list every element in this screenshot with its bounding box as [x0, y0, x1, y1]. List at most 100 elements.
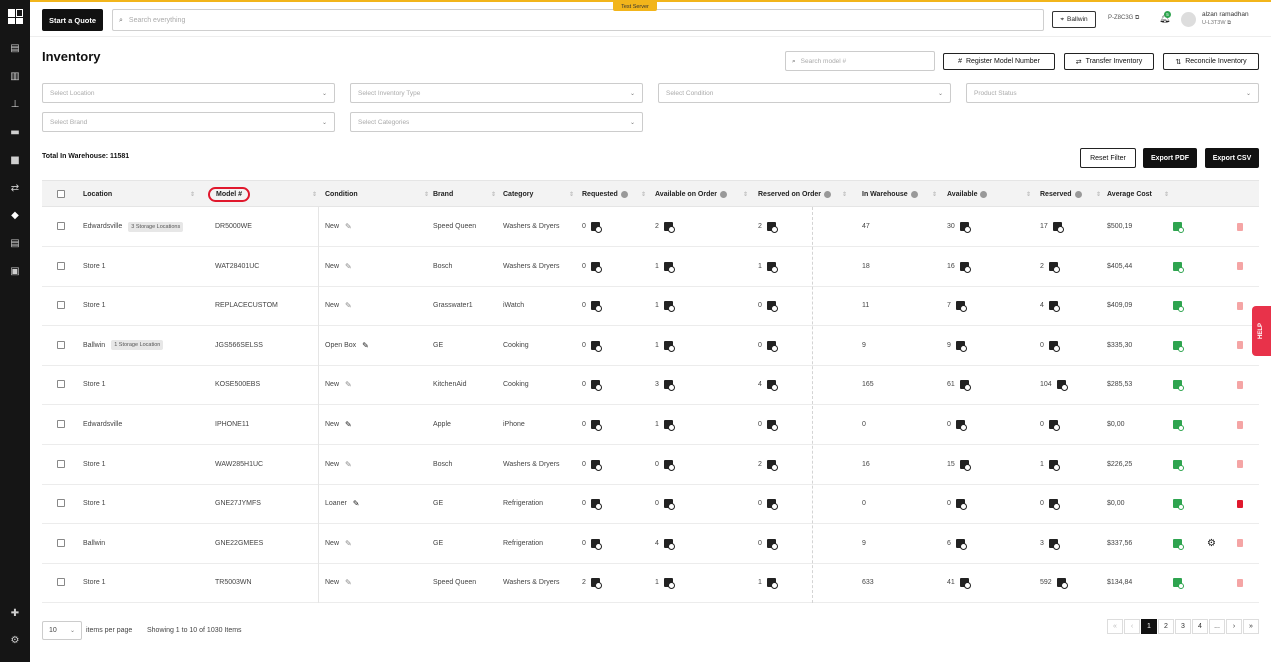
- add-stock-icon[interactable]: [1173, 222, 1184, 233]
- stock-view-icon[interactable]: [955, 538, 967, 550]
- trash-icon[interactable]: [1237, 301, 1243, 310]
- trash-icon[interactable]: [1237, 341, 1243, 350]
- row-checkbox[interactable]: [57, 420, 65, 428]
- gear-icon[interactable]: ⚙: [1207, 538, 1216, 549]
- add-stock-icon[interactable]: [1173, 261, 1184, 273]
- add-stock-icon[interactable]: [1173, 578, 1184, 590]
- col-condition[interactable]: Condition: [325, 181, 358, 208]
- stock-view-icon[interactable]: [663, 261, 675, 273]
- brand-filter[interactable]: Select Brand ⌄: [42, 112, 335, 132]
- sort-icon[interactable]: ⇕: [491, 191, 496, 198]
- page-button[interactable]: »: [1243, 619, 1259, 634]
- stock-view-icon[interactable]: [663, 420, 675, 431]
- action-delete[interactable]: [1237, 326, 1243, 365]
- page-button[interactable]: ...: [1209, 619, 1225, 634]
- action-add-stock[interactable]: [1173, 286, 1184, 325]
- stock-view-icon[interactable]: [663, 459, 675, 471]
- stock-view-icon[interactable]: [590, 578, 602, 590]
- edit-pencil-icon[interactable]: ✎: [345, 539, 352, 548]
- copy-icon[interactable]: ⧉: [1227, 20, 1231, 26]
- edit-pencil-icon[interactable]: ✎: [345, 380, 352, 389]
- edit-pencil-icon[interactable]: ✎: [345, 420, 352, 429]
- action-add-stock[interactable]: [1173, 445, 1184, 484]
- exchange-icon[interactable]: ⇄: [9, 182, 21, 194]
- col-model[interactable]: Model #: [208, 181, 251, 208]
- stock-view-icon[interactable]: [766, 261, 778, 273]
- items-per-page-select[interactable]: 10 ⌄: [42, 621, 82, 640]
- global-search-input[interactable]: ⌕ Search everything: [112, 9, 1044, 31]
- page-button[interactable]: «: [1107, 619, 1123, 634]
- stock-view-icon[interactable]: [663, 380, 675, 392]
- stock-view-icon[interactable]: [959, 578, 971, 590]
- sort-icon[interactable]: ⇕: [424, 191, 429, 198]
- page-button[interactable]: 3: [1175, 619, 1191, 634]
- add-stock-icon[interactable]: [1173, 420, 1184, 431]
- col-average-cost[interactable]: Average Cost: [1107, 181, 1152, 208]
- add-stock-icon[interactable]: [1173, 538, 1184, 550]
- export-csv-button[interactable]: Export CSV: [1205, 148, 1259, 168]
- help-tab[interactable]: HELP: [1252, 306, 1271, 356]
- settings-gear-icon[interactable]: ⚙: [9, 634, 21, 646]
- action-add-stock[interactable]: [1173, 247, 1184, 286]
- chart-icon[interactable]: ▣: [9, 265, 21, 277]
- trash-icon[interactable]: [1237, 380, 1243, 389]
- action-delete[interactable]: [1237, 445, 1243, 484]
- trash-icon[interactable]: [1237, 578, 1243, 587]
- org-chart-icon[interactable]: ⊥: [9, 98, 21, 110]
- edit-pencil-icon[interactable]: ✎: [345, 578, 352, 587]
- stock-view-icon[interactable]: [766, 499, 778, 511]
- stock-view-icon[interactable]: [1056, 578, 1068, 590]
- row-checkbox[interactable]: [57, 459, 65, 468]
- sort-icon[interactable]: ⇕: [1026, 191, 1031, 198]
- stock-view-icon[interactable]: [590, 301, 602, 313]
- stock-view-icon[interactable]: [590, 420, 602, 431]
- transfer-inventory-button[interactable]: ⇄ Transfer Inventory: [1064, 53, 1154, 70]
- start-quote-button[interactable]: Start a Quote: [42, 9, 103, 31]
- trash-icon[interactable]: [1237, 460, 1243, 469]
- trash-icon[interactable]: [1237, 420, 1243, 429]
- reconcile-inventory-button[interactable]: ⇅ Reconcile Inventory: [1163, 53, 1259, 70]
- table-row[interactable]: Store 1 WAW285H1UC New ✎ Bosch Washers & Drye…: [42, 445, 1259, 485]
- stock-view-icon[interactable]: [590, 380, 602, 392]
- stock-view-icon[interactable]: [959, 222, 971, 233]
- stock-view-icon[interactable]: [590, 222, 602, 233]
- register-model-button[interactable]: # Register Model Number: [943, 53, 1055, 70]
- action-add-stock[interactable]: [1173, 484, 1184, 523]
- action-delete[interactable]: [1237, 405, 1243, 444]
- action-delete[interactable]: [1237, 524, 1243, 563]
- stock-view-icon[interactable]: [766, 380, 778, 392]
- stock-view-icon[interactable]: [590, 499, 602, 511]
- sort-icon[interactable]: ⇕: [1096, 191, 1101, 198]
- stock-view-icon[interactable]: [590, 261, 602, 273]
- trash-icon[interactable]: [1237, 262, 1243, 271]
- edit-pencil-icon[interactable]: ✎: [345, 262, 352, 271]
- action-add-stock[interactable]: [1173, 365, 1184, 404]
- store-code[interactable]: P-Z8C3G ⧉: [1108, 15, 1139, 22]
- stock-view-icon[interactable]: [663, 340, 675, 352]
- row-checkbox[interactable]: [57, 301, 65, 310]
- stock-view-icon[interactable]: [959, 459, 971, 471]
- stock-view-icon[interactable]: [663, 499, 675, 511]
- stock-view-icon[interactable]: [766, 459, 778, 471]
- info-icon[interactable]: [719, 191, 727, 198]
- stock-view-icon[interactable]: [1056, 380, 1068, 392]
- stock-view-icon[interactable]: [955, 301, 967, 313]
- action-delete[interactable]: [1237, 207, 1243, 246]
- row-checkbox[interactable]: [57, 380, 65, 389]
- trash-icon[interactable]: [1237, 222, 1243, 231]
- stock-view-icon[interactable]: [590, 538, 602, 550]
- stock-view-icon[interactable]: [766, 578, 778, 590]
- app-logo[interactable]: [8, 9, 23, 24]
- stock-view-icon[interactable]: [766, 538, 778, 550]
- storage-tag[interactable]: 3 Storage Locations: [128, 221, 184, 232]
- add-stock-icon[interactable]: [1173, 459, 1184, 471]
- row-checkbox[interactable]: [57, 578, 65, 587]
- document-icon[interactable]: ▤: [9, 42, 21, 54]
- action-delete[interactable]: [1237, 365, 1243, 404]
- edit-pencil-icon[interactable]: ✎: [345, 301, 352, 310]
- stock-view-icon[interactable]: [1052, 222, 1064, 233]
- table-row[interactable]: Store 1 WAT28401UC New ✎ Bosch Washers & Drye…: [42, 247, 1259, 287]
- page-button[interactable]: 4: [1192, 619, 1208, 634]
- stock-view-icon[interactable]: [766, 420, 778, 431]
- table-row[interactable]: Ballwin 1 Storage Location JGS566SELSS Open…: [42, 326, 1259, 366]
